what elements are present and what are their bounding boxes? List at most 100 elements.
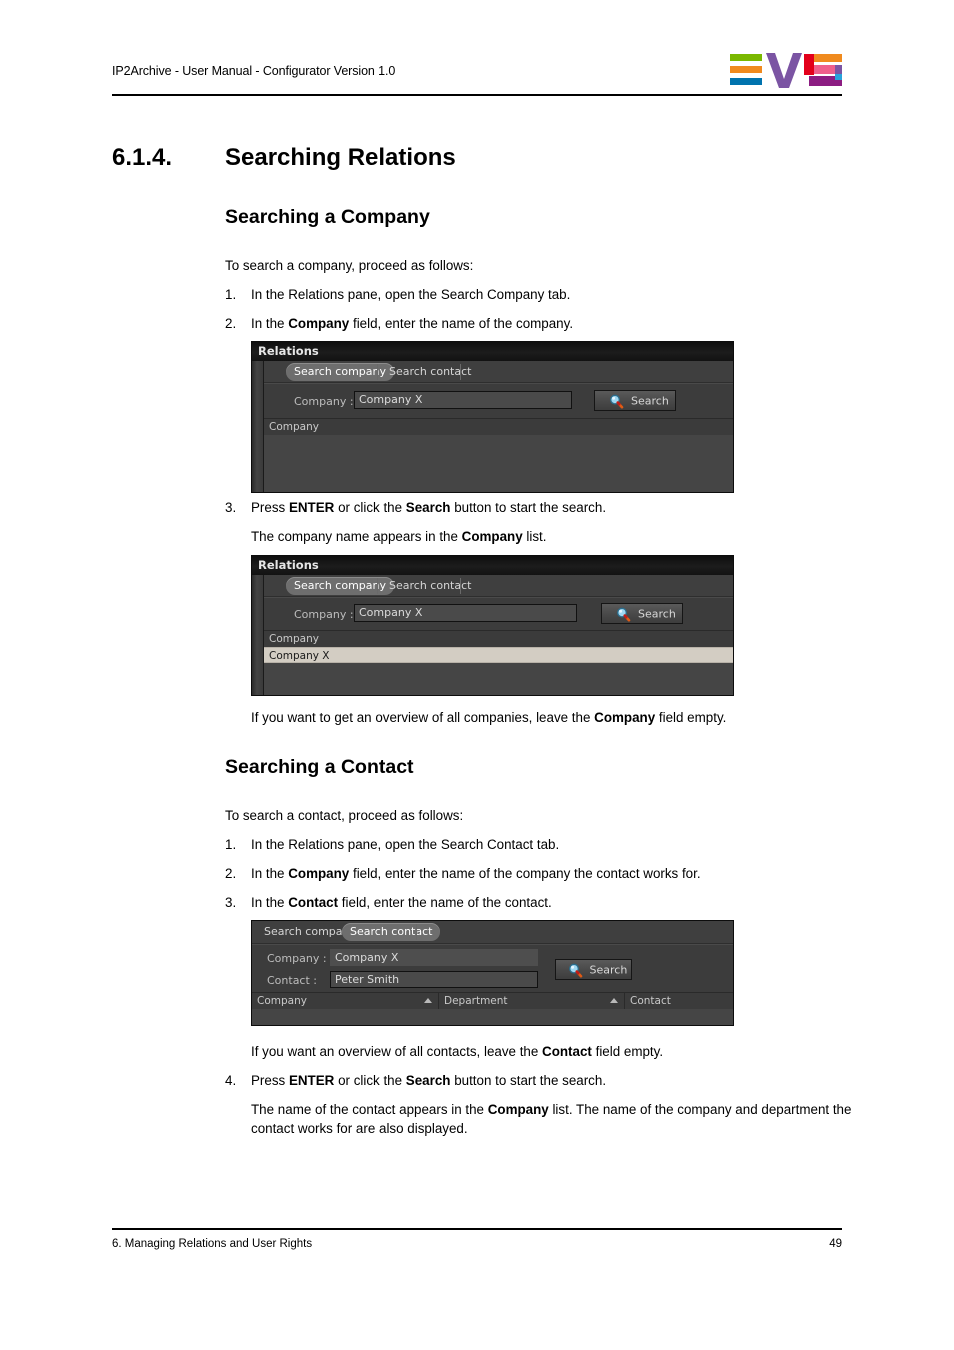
screenshot3-column-company[interactable]: Company [252,993,439,1010]
screenshot3-body: Search company Search contact Company : … [252,921,733,1025]
sort-ascending-icon[interactable] [610,998,618,1003]
company-step-3-number: 3. [225,500,237,515]
magnifier-icon [616,607,631,622]
screenshot-search-company-result: Relations Search company Search contact … [251,555,734,696]
screenshot3-search-button-label: Search [589,963,628,976]
company-intro-text: To search a company, proceed as follows: [225,258,474,273]
screenshot3-company-label: Company : [267,952,327,965]
screenshot2-search-button[interactable]: Search [601,603,683,624]
heading-searching-a-contact: Searching a Contact [225,756,414,778]
screenshot3-tab-separator [416,924,417,940]
screenshot3-contact-input[interactable]: Peter Smith [330,971,538,988]
contact-step-3: 3. In the Contact field, enter the name … [225,893,825,912]
screenshot1-relations-pane: Search company Search contact Company : … [264,361,733,492]
contact-note: If you want an overview of all contacts,… [251,1044,664,1059]
logo-letter-s [804,54,842,86]
screenshot2-tab-separator-2 [460,578,461,594]
screenshot2-column-company[interactable]: Company [264,631,733,648]
screenshot1-company-input[interactable]: Company X [354,391,572,409]
document-page: IP2Archive - User Manual - Configurator … [0,0,954,1350]
screenshot3-contact-label: Contact : [267,974,317,987]
contact-step-4: 4. Press ENTER or click the Search butto… [225,1071,825,1090]
section-number: 6.1.4. [112,144,173,171]
contact-step-2-text: In the Company field, enter the name of … [251,866,701,881]
contact-intro-text: To search a contact, proceed as follows: [225,808,464,823]
screenshot2-tab-search-contact[interactable]: Search contact [381,577,479,595]
logo-s-bar-magenta [809,76,835,86]
heading-searching-a-company: Searching a Company [225,206,430,228]
company-step-3-result: The company name appears in the Company … [251,529,547,544]
contact-step-4-number: 4. [225,1073,237,1088]
evs-logo [730,52,842,88]
company-step-2-number: 2. [225,316,237,331]
screenshot2-company-input[interactable]: Company X [354,604,577,622]
sort-ascending-icon[interactable] [424,998,432,1003]
screenshot1-window-title: Relations [252,342,733,361]
logo-s-bar-orange [814,54,842,62]
header-divider [112,94,842,96]
logo-s-block-purple [835,65,842,74]
footer-divider [112,1228,842,1230]
screenshot3-relations-pane: Search company Search contact Company : … [252,921,733,1025]
contact-step-2-number: 2. [225,866,237,881]
screenshot1-column-company[interactable]: Company [264,419,733,436]
company-step-2-text: In the Company field, enter the name of … [251,316,574,331]
screenshot1-tab-separator-1 [377,364,378,380]
screenshot-search-company-empty: Relations Search company Search contact … [251,341,734,493]
screenshot2-collapsed-panel-strip[interactable] [252,575,264,695]
screenshot-search-contact: Search company Search contact Company : … [251,920,734,1026]
screenshot1-body: Search company Search contact Company : … [252,361,733,492]
screenshot3-grid-body[interactable] [252,1009,733,1025]
screenshot2-company-label: Company : [294,608,354,621]
contact-step-1: 1. In the Relations pane, open the Searc… [225,835,825,854]
screenshot3-tabstrip: Search company Search contact [252,921,733,944]
contact-step-4-result: The name of the contact appears in the C… [251,1102,852,1136]
logo-letter-e [730,52,762,88]
screenshot1-tabstrip: Search company Search contact [264,361,733,383]
company-step-2: 2. In the Company field, enter the name … [225,314,805,333]
screenshot3-tab-search-contact[interactable]: Search contact [342,923,441,941]
logo-letter-v [766,53,802,88]
screenshot2-window-title: Relations [252,556,733,575]
company-step-3-text: Press ENTER or click the Search button t… [251,500,607,515]
page-title: Searching Relations [225,144,456,171]
screenshot3-column-department-label: Department [444,995,508,1007]
screenshot2-grid-body: Company X [264,647,733,695]
page-header: IP2Archive - User Manual - Configurator … [112,52,842,94]
company-step-3: 3. Press ENTER or click the Search butto… [225,498,805,517]
magnifier-icon [609,394,624,409]
screenshot3-column-company-label: Company [257,995,307,1007]
contact-step-2: 2. In the Company field, enter the name … [225,864,845,883]
company-note: If you want to get an overview of all co… [251,710,727,725]
screenshot2-body: Search company Search contact Company : … [252,575,733,695]
contact-step-1-number: 1. [225,837,237,852]
logo-e-bar-blue [730,78,762,85]
screenshot1-search-button[interactable]: Search [594,390,676,411]
screenshot3-column-contact[interactable]: Contact [625,993,733,1010]
contact-step-3-number: 3. [225,895,237,910]
screenshot2-search-button-label: Search [638,607,676,620]
screenshot2-search-form: Company : Company X Search [264,597,733,632]
screenshot3-search-button[interactable]: Search [555,959,632,980]
screenshot1-tab-separator-2 [460,364,461,380]
screenshot2-tab-separator-1 [377,578,378,594]
screenshot1-tab-search-contact[interactable]: Search contact [381,363,479,381]
screenshot3-company-input[interactable]: Company X [330,949,538,966]
screenshot1-search-form: Company : Company X Search [264,383,733,420]
company-step-1-text: In the Relations pane, open the Search C… [251,287,571,302]
footer-chapter: 6. Managing Relations and User Rights [112,1238,313,1250]
screenshot1-search-button-label: Search [631,394,669,407]
table-row[interactable]: Company X [264,647,733,663]
screenshot1-collapsed-panel-strip[interactable] [252,361,264,492]
logo-s-bar-pink [814,65,835,74]
screenshot2-tabstrip: Search company Search contact [264,575,733,597]
company-step-1: 1. In the Relations pane, open the Searc… [225,285,805,304]
screenshot3-column-department[interactable]: Department [439,993,625,1010]
magnifier-icon [568,963,583,978]
logo-s-block-red-top [804,54,814,64]
contact-step-4-text: Press ENTER or click the Search button t… [251,1073,607,1088]
screenshot2-relations-pane: Search company Search contact Company : … [264,575,733,695]
screenshot1-grid-body[interactable] [264,435,733,492]
logo-s-block-red-mid [804,64,814,75]
logo-s-block-magenta [835,80,842,86]
